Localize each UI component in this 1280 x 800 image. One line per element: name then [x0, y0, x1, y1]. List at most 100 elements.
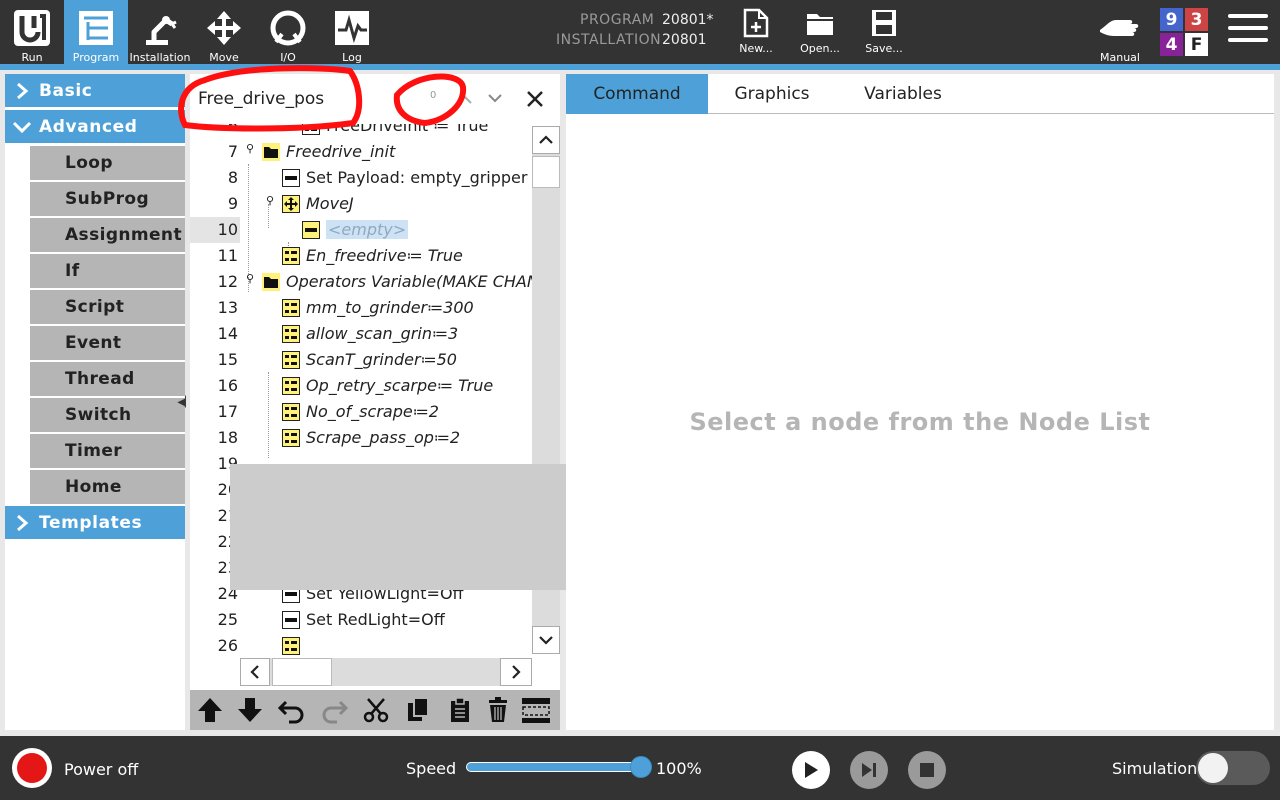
- tree-row[interactable]: 12 ⚲ Operators Variable(MAKE CHAN: [190, 269, 532, 295]
- mode-manual[interactable]: Manual: [1088, 0, 1152, 64]
- step-button[interactable]: [850, 751, 888, 789]
- node-type-script[interactable]: Script: [30, 290, 185, 324]
- nav-installation[interactable]: Installation: [128, 0, 192, 64]
- status-grid[interactable]: 9 3 4 F: [1160, 8, 1208, 56]
- line-number: 10: [217, 220, 238, 239]
- node-type-event[interactable]: Event: [30, 326, 185, 360]
- copy-icon[interactable]: [402, 694, 434, 726]
- node-type-assignment[interactable]: Assignment: [30, 218, 185, 252]
- nav-log[interactable]: Log: [320, 0, 384, 64]
- delete-icon[interactable]: [482, 694, 514, 726]
- expand-pin-icon[interactable]: ⚲: [266, 194, 278, 207]
- node-type-subprog[interactable]: SubProg: [30, 182, 185, 216]
- paste-icon[interactable]: [444, 694, 476, 726]
- simulation-toggle[interactable]: [1196, 751, 1270, 785]
- category-basic[interactable]: Basic: [5, 74, 185, 107]
- category-templates[interactable]: Templates: [5, 506, 185, 539]
- move-down-icon[interactable]: [234, 694, 266, 726]
- tree-row[interactable]: 15 ScanT_grinder≔50: [190, 347, 532, 373]
- status-cell: 4: [1160, 33, 1183, 56]
- expand-pin-icon[interactable]: ⚲: [246, 272, 258, 285]
- log-graph-icon: [330, 6, 374, 49]
- node-type-loop[interactable]: Loop: [30, 146, 185, 180]
- node-type-thread[interactable]: Thread: [30, 362, 185, 396]
- category-advanced[interactable]: Advanced: [5, 110, 185, 143]
- tree-row[interactable]: 6 FreeDriveInit ≔ True: [190, 124, 532, 139]
- topbar-accent: [0, 64, 1280, 70]
- tab-graphics[interactable]: Graphics: [708, 74, 836, 114]
- tree-row[interactable]: 17 No_of_scrape≔2: [190, 399, 532, 425]
- tree-row[interactable]: 16 Op_retry_scarpe≔ True: [190, 373, 532, 399]
- move-up-icon[interactable]: [194, 694, 226, 726]
- tree-row[interactable]: 11 En_freedrive≔ True: [190, 243, 532, 269]
- empty-icon: [302, 221, 320, 239]
- tree-row[interactable]: 14 allow_scan_grin≔3: [190, 321, 532, 347]
- search-next-icon[interactable]: [482, 86, 508, 112]
- line-number: 11: [217, 246, 238, 265]
- set-icon: [282, 169, 300, 187]
- category-basic-label: Basic: [39, 80, 93, 101]
- tree-toolbar: [190, 690, 560, 730]
- line-number: 15: [217, 350, 238, 369]
- tree-row[interactable]: 25 Set RedLight=Off: [190, 607, 532, 633]
- tree-row[interactable]: 18 Scrape_pass_op≔2: [190, 425, 532, 451]
- nav-program[interactable]: Program: [64, 0, 128, 64]
- program-key: PROGRAM: [580, 12, 655, 28]
- redo-icon[interactable]: [318, 694, 350, 726]
- speed-slider[interactable]: [466, 762, 644, 772]
- node-type-switch[interactable]: Switch: [30, 398, 185, 432]
- scroll-left-button[interactable]: [240, 658, 270, 686]
- tree-row[interactable]: 8 Set Payload: empty_gripper: [190, 165, 532, 191]
- play-button[interactable]: [792, 751, 830, 789]
- nav-io[interactable]: I/O: [256, 0, 320, 64]
- tree-row[interactable]: 13 mm_to_grinder≔300: [190, 295, 532, 321]
- horizontal-scroll-thumb[interactable]: [272, 658, 332, 686]
- suppress-icon[interactable]: [520, 694, 552, 726]
- assignment-icon: [282, 247, 300, 265]
- node-type-home[interactable]: Home: [30, 470, 185, 504]
- search-input[interactable]: [198, 84, 428, 114]
- nav-program-label: Program: [72, 51, 120, 64]
- line-number: 18: [217, 428, 238, 447]
- robot-arm-icon: [138, 6, 182, 49]
- tree-row[interactable]: 9 ⚲ MoveJ: [190, 191, 532, 217]
- power-label: Power off: [64, 760, 139, 779]
- tree-row[interactable]: 26: [190, 633, 532, 656]
- vertical-scroll-thumb[interactable]: [532, 156, 560, 188]
- status-cell: 3: [1185, 8, 1208, 31]
- open-button[interactable]: Open...: [795, 8, 845, 62]
- speed-value: 100%: [656, 759, 702, 778]
- assignment-icon: [282, 637, 300, 655]
- scroll-down-button[interactable]: [532, 626, 560, 654]
- horizontal-scrollbar[interactable]: [240, 658, 532, 686]
- undo-icon[interactable]: [276, 694, 308, 726]
- new-button[interactable]: New...: [731, 8, 781, 62]
- chevron-right-icon: [5, 82, 39, 100]
- open-folder-icon: [807, 14, 833, 35]
- simulation-label: Simulation: [1112, 759, 1198, 778]
- nav-run-label: Run: [21, 51, 43, 64]
- close-search-icon[interactable]: [522, 86, 548, 112]
- stop-button[interactable]: [908, 751, 946, 789]
- scroll-right-button[interactable]: [500, 658, 532, 686]
- nav-run[interactable]: Run: [0, 0, 64, 64]
- cut-icon[interactable]: [360, 694, 392, 726]
- line-number: 7: [227, 142, 238, 161]
- tree-row[interactable]: 10 <empty>: [190, 217, 532, 243]
- nav-move[interactable]: Move: [192, 0, 256, 64]
- power-button[interactable]: [12, 748, 52, 788]
- speed-slider-handle[interactable]: [630, 756, 652, 778]
- tab-variables[interactable]: Variables: [836, 74, 970, 114]
- scroll-up-button[interactable]: [532, 126, 560, 154]
- tab-command[interactable]: Command: [566, 74, 708, 114]
- program-node-categories: Basic Advanced Loop SubProg Assignment If Sc…: [5, 74, 185, 730]
- expand-pin-icon[interactable]: ⚲: [246, 142, 258, 155]
- tree-row[interactable]: 7 ⚲ Freedrive_init: [190, 139, 532, 165]
- category-templates-label: Templates: [39, 512, 143, 533]
- save-button[interactable]: Save...: [859, 8, 909, 62]
- hamburger-menu-icon[interactable]: [1228, 14, 1268, 50]
- node-type-timer[interactable]: Timer: [30, 434, 185, 468]
- node-type-if[interactable]: If: [30, 254, 185, 288]
- category-advanced-label: Advanced: [39, 116, 138, 137]
- search-prev-icon[interactable]: [452, 86, 478, 112]
